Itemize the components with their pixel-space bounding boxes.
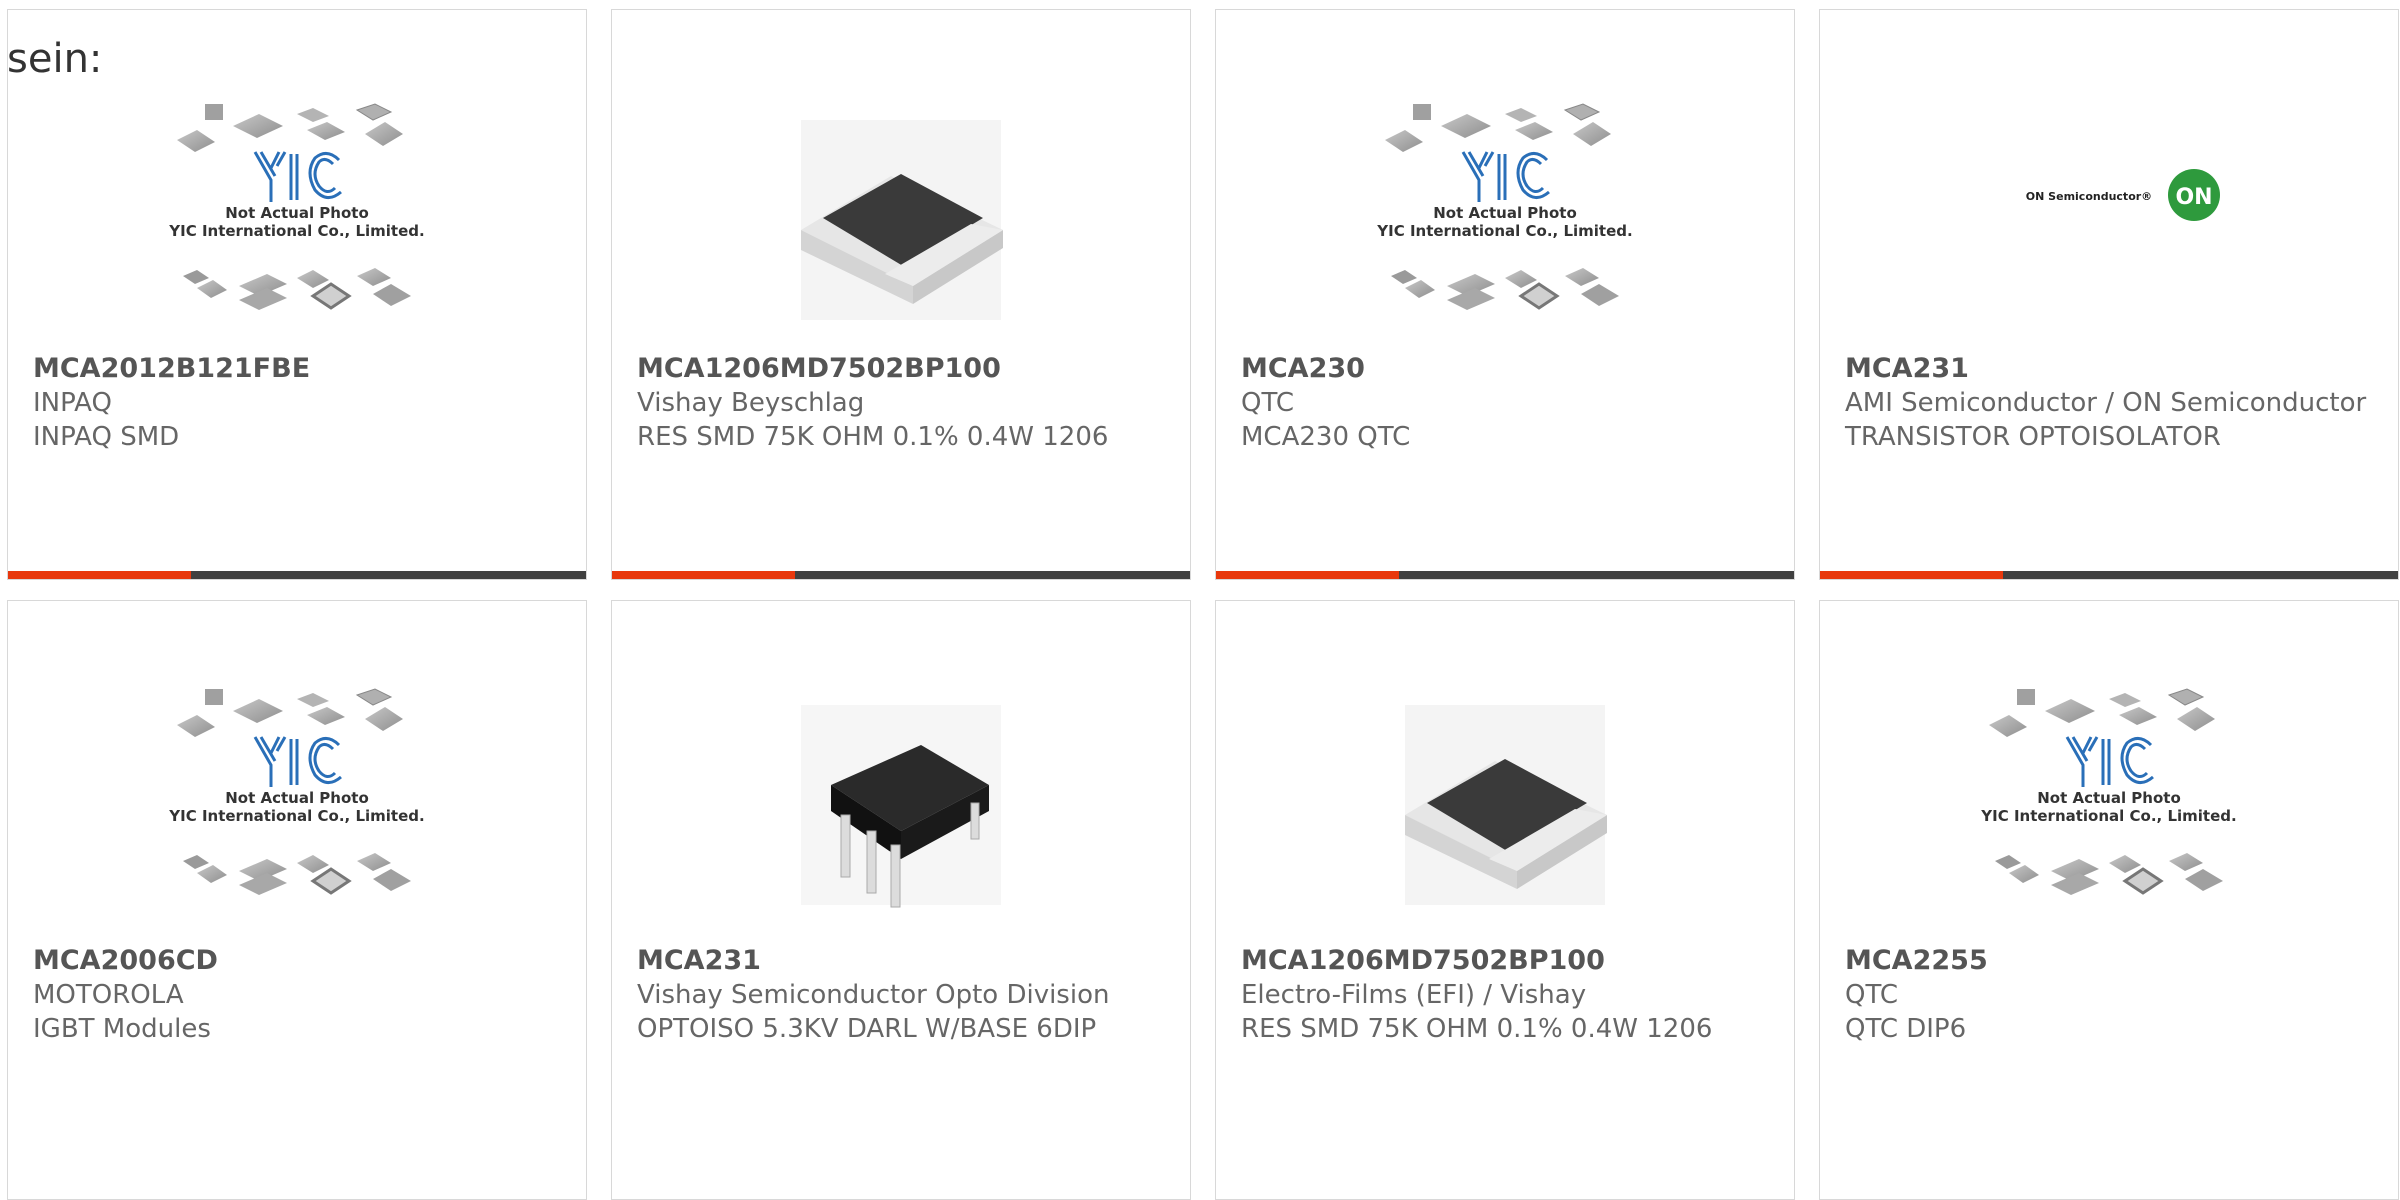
- part-number-link[interactable]: MCA231: [1845, 352, 2373, 386]
- card-bar: [8, 571, 586, 579]
- product-info: MCA2006CD MOTOROLA IGBT Modules: [33, 944, 561, 1046]
- smd-resistor-icon: [801, 120, 1003, 320]
- description: RES SMD 75K OHM 0.1% 0.4W 1206: [637, 422, 1109, 452]
- product-image[interactable]: Not Actual Photo YIC International Co., …: [1375, 90, 1635, 340]
- manufacturer: Vishay Beyschlag: [637, 388, 865, 418]
- manufacturer: INPAQ: [33, 388, 112, 418]
- card-accent: [1820, 571, 2003, 579]
- part-number-link[interactable]: MCA1206MD7502BP100: [1241, 944, 1769, 978]
- card-bar: [1820, 571, 2398, 579]
- logo-text: ON Semiconductor®: [2026, 190, 2152, 203]
- description: IGBT Modules: [33, 1014, 211, 1044]
- product-info: MCA231 AMI Semiconductor / ON Semiconduc…: [1845, 352, 2373, 454]
- placeholder-line2: YIC International Co., Limited.: [1376, 222, 1632, 240]
- placeholder-line1: Not Actual Photo: [2037, 789, 2181, 807]
- placeholder-line2: YIC International Co., Limited.: [1980, 807, 2236, 825]
- part-number-link[interactable]: MCA231: [637, 944, 1165, 978]
- description: INPAQ SMD: [33, 422, 180, 452]
- yic-placeholder-icon: Not Actual Photo YIC International Co., …: [1980, 689, 2236, 895]
- smd-resistor-icon: [1405, 705, 1607, 905]
- card-accent: [8, 571, 191, 579]
- description: QTC DIP6: [1845, 1014, 1967, 1044]
- manufacturer: MOTOROLA: [33, 980, 184, 1010]
- product-image[interactable]: [771, 675, 1031, 925]
- product-card[interactable]: Not Actual Photo YIC International Co., …: [7, 600, 587, 1200]
- product-image[interactable]: Not Actual Photo YIC International Co., …: [1979, 675, 2239, 925]
- yic-placeholder-icon: Not Actual Photo YIC International Co., …: [168, 689, 424, 895]
- manufacturer: Electro-Films (EFI) / Vishay: [1241, 980, 1587, 1010]
- placeholder-line1: Not Actual Photo: [1433, 204, 1577, 222]
- manufacturer: QTC: [1241, 388, 1294, 418]
- product-card[interactable]: Not Actual Photo YIC International Co., …: [7, 9, 587, 580]
- description: TRANSISTOR OPTOISOLATOR: [1845, 422, 2221, 452]
- placeholder-line2: YIC International Co., Limited.: [168, 222, 424, 240]
- manufacturer: AMI Semiconductor / ON Semiconductor: [1845, 388, 2367, 418]
- placeholder-line1: Not Actual Photo: [225, 789, 369, 807]
- part-number-link[interactable]: MCA2012B121FBE: [33, 352, 561, 386]
- product-card[interactable]: MCA1206MD7502BP100 Electro-Films (EFI) /…: [1215, 600, 1795, 1200]
- placeholder-line2: YIC International Co., Limited.: [168, 807, 424, 825]
- part-number-link[interactable]: MCA230: [1241, 352, 1769, 386]
- dip6-chip-icon: [801, 705, 1001, 907]
- description: RES SMD 75K OHM 0.1% 0.4W 1206: [1241, 1014, 1713, 1044]
- card-accent: [1216, 571, 1399, 579]
- description: MCA230 QTC: [1241, 422, 1411, 452]
- product-image[interactable]: [1375, 675, 1635, 925]
- product-grid: Not Actual Photo YIC International Co., …: [0, 0, 2400, 1200]
- product-card[interactable]: ON Semiconductor® ON MCA231 AMI Semicond…: [1819, 9, 2399, 580]
- logo-badge: ON: [2175, 185, 2212, 210]
- product-image[interactable]: ON Semiconductor® ON: [1979, 90, 2239, 340]
- placeholder-line1: Not Actual Photo: [225, 204, 369, 222]
- yic-placeholder-icon: Not Actual Photo YIC International Co., …: [168, 104, 424, 310]
- card-accent: [612, 571, 795, 579]
- product-card[interactable]: Not Actual Photo YIC International Co., …: [1215, 9, 1795, 580]
- yic-placeholder-icon: Not Actual Photo YIC International Co., …: [1376, 104, 1632, 310]
- manufacturer: Vishay Semiconductor Opto Division: [637, 980, 1110, 1010]
- product-card[interactable]: Not Actual Photo YIC International Co., …: [1819, 600, 2399, 1200]
- manufacturer: QTC: [1845, 980, 1898, 1010]
- product-info: MCA2255 QTC QTC DIP6: [1845, 944, 2373, 1046]
- part-number-link[interactable]: MCA1206MD7502BP100: [637, 352, 1165, 386]
- on-semiconductor-logo-icon: ON Semiconductor® ON: [2026, 169, 2220, 221]
- product-info: MCA231 Vishay Semiconductor Opto Divisio…: [637, 944, 1165, 1046]
- card-bar: [1216, 571, 1794, 579]
- description: OPTOISO 5.3KV DARL W/BASE 6DIP: [637, 1014, 1097, 1044]
- product-info: MCA1206MD7502BP100 Vishay Beyschlag RES …: [637, 352, 1165, 454]
- product-info: MCA230 QTC MCA230 QTC: [1241, 352, 1769, 454]
- card-bar: [612, 571, 1190, 579]
- product-card[interactable]: MCA231 Vishay Semiconductor Opto Divisio…: [611, 600, 1191, 1200]
- product-info: MCA1206MD7502BP100 Electro-Films (EFI) /…: [1241, 944, 1769, 1046]
- part-number-link[interactable]: MCA2006CD: [33, 944, 561, 978]
- product-image[interactable]: Not Actual Photo YIC International Co., …: [167, 90, 427, 340]
- intro-text: sein:: [7, 36, 103, 82]
- product-info: MCA2012B121FBE INPAQ INPAQ SMD: [33, 352, 561, 454]
- product-image[interactable]: [771, 90, 1031, 340]
- product-card[interactable]: MCA1206MD7502BP100 Vishay Beyschlag RES …: [611, 9, 1191, 580]
- part-number-link[interactable]: MCA2255: [1845, 944, 2373, 978]
- product-image[interactable]: Not Actual Photo YIC International Co., …: [167, 675, 427, 925]
